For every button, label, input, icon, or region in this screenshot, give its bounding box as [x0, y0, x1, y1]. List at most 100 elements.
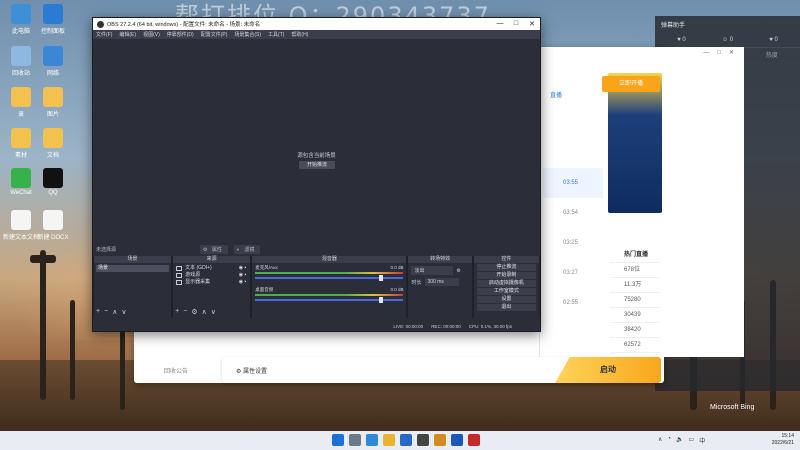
down-icon[interactable]: ∨	[121, 308, 126, 316]
duration-input[interactable]: 300 ms	[424, 278, 459, 286]
ime-label[interactable]: 中	[699, 436, 705, 445]
start-icon[interactable]	[332, 434, 344, 446]
preview-start-button[interactable]: 开始推流	[299, 161, 335, 169]
desktop-icon[interactable]: 回收站	[3, 46, 39, 77]
volume-slider[interactable]	[255, 297, 404, 303]
taskbar-apps	[332, 434, 480, 446]
app-icon[interactable]	[451, 434, 463, 446]
search-icon[interactable]	[349, 434, 361, 446]
obs-preview[interactable]: 源包含当前场景 开始推流	[93, 39, 540, 261]
remove-icon[interactable]: −	[104, 308, 108, 316]
gear-icon[interactable]: ⚙	[191, 308, 197, 316]
system-tray: ∧ ◔ 🔈 ▭ 中	[658, 436, 705, 445]
obs-menu-item[interactable]: 编辑(E)	[119, 31, 136, 38]
store-icon[interactable]	[400, 434, 412, 446]
remove-icon[interactable]: −	[183, 308, 187, 316]
wifi-icon[interactable]: ◔	[667, 436, 671, 445]
maximize-icon[interactable]: □	[508, 20, 524, 28]
obs-titlebar[interactable]: OBS 27.2.4 (64 bit, windows) - 配置文件: 未命名…	[93, 18, 540, 30]
app-icon[interactable]	[468, 434, 480, 446]
obs-menu-item[interactable]: 帮助(H)	[291, 31, 308, 38]
hot-item[interactable]: 30439	[610, 308, 660, 323]
app-icon[interactable]	[434, 434, 446, 446]
control-button[interactable]: 工作室模式	[476, 288, 537, 295]
desktop-icon-label: 图片	[46, 112, 59, 118]
hot-item[interactable]: 38420	[610, 323, 660, 338]
tab-live[interactable]: 直播	[550, 90, 562, 99]
down-icon[interactable]: ∨	[211, 308, 216, 316]
hot-item[interactable]: 75280	[610, 293, 660, 308]
desktop-icon[interactable]: 网络	[35, 46, 71, 77]
desktop-icon[interactable]: 新建 DOCX	[35, 210, 71, 241]
time-item[interactable]: 02:55	[543, 288, 603, 318]
battery-icon[interactable]: ▭	[689, 436, 695, 445]
up-icon[interactable]: ∧	[202, 308, 207, 316]
desktop-icon[interactable]: WeChat	[3, 168, 39, 196]
visibility-lock-icons[interactable]: ◉ ▪	[239, 272, 247, 279]
time-item[interactable]: 03:54	[543, 198, 603, 228]
obs-docks: 场景 场景 + − ∧ ∨ 来源 文本 (GDI+) ◉ ▪ 游戏源 ◉ ▪ 显示器采集…	[93, 256, 540, 318]
minimize-icon[interactable]: —	[492, 20, 508, 28]
add-icon[interactable]: +	[96, 308, 100, 316]
control-button[interactable]: 启动虚拟摄像机	[476, 280, 537, 287]
desktop-icon[interactable]: 素材	[3, 128, 39, 159]
desktop-icon[interactable]: 文档	[35, 128, 71, 159]
source-item-label: 显示器采集	[185, 279, 211, 285]
obs-menu-item[interactable]: 场景集合(S)	[234, 31, 261, 38]
volume-slider[interactable]	[255, 275, 404, 281]
start-live-button[interactable]: 立即开播	[602, 76, 660, 92]
visibility-lock-icons[interactable]: ◉ ▪	[239, 279, 247, 286]
scene-item[interactable]: 场景	[96, 265, 170, 272]
stat-gifts: ♥ 0	[769, 37, 778, 43]
filters-button[interactable]: ◐ 滤镜	[233, 244, 261, 254]
control-button[interactable]: 停止推流	[476, 264, 537, 271]
volume-icon[interactable]: 🔈	[676, 436, 683, 445]
start-button[interactable]: 启动	[555, 357, 661, 383]
inner-window-controls[interactable]: — □ ✕	[542, 47, 742, 59]
time-item[interactable]: 03:25	[543, 228, 603, 258]
control-button[interactable]: 退出	[476, 304, 537, 311]
desktop-icon[interactable]: QQ	[35, 168, 71, 196]
properties-button[interactable]: ⚙ 属性	[200, 244, 228, 254]
collect-notice[interactable]: 回收公告	[164, 366, 188, 375]
time-item[interactable]: 03:27	[543, 258, 603, 288]
chevron-up-icon[interactable]: ∧	[658, 436, 662, 445]
obs-menu-item[interactable]: 配置文件(P)	[201, 31, 228, 38]
desktop-icon[interactable]: 录	[3, 87, 39, 118]
folder-icon[interactable]	[383, 434, 395, 446]
transition-select[interactable]: 淡出	[411, 266, 454, 275]
mixer-dock-header: 混音器	[252, 256, 407, 263]
control-button[interactable]: 设置	[476, 296, 537, 303]
source-item[interactable]: 显示器采集 ◉ ▪	[173, 279, 250, 286]
obs-taskbar-icon[interactable]	[417, 434, 429, 446]
hot-item[interactable]: 11.3万	[610, 278, 660, 293]
mixer-track-name: 麦克风/Aux	[255, 265, 278, 270]
desktop-icon[interactable]: 新建文本文档	[3, 210, 39, 241]
maximize-icon[interactable]: □	[717, 47, 721, 59]
up-icon[interactable]: ∧	[112, 308, 117, 316]
add-icon[interactable]: +	[175, 308, 179, 316]
desktop-icon[interactable]: 图片	[35, 87, 71, 118]
obs-menu-item[interactable]: 视图(V)	[143, 31, 160, 38]
close-icon[interactable]: ✕	[524, 20, 540, 28]
control-button[interactable]: 开始录制	[476, 272, 537, 279]
properties-button[interactable]: ⚙ 属性设置	[236, 366, 267, 375]
obs-menu-item[interactable]: 停靠部件(D)	[167, 31, 194, 38]
gear-icon[interactable]: ⚙	[456, 268, 460, 274]
desktop-icon[interactable]: 此电脑	[3, 4, 39, 35]
promo-banner[interactable]	[608, 73, 662, 213]
edge-icon[interactable]	[366, 434, 378, 446]
visibility-lock-icons[interactable]: ◉ ▪	[239, 265, 247, 272]
desktop-icon[interactable]: 控制面板	[35, 4, 71, 35]
time-item[interactable]: 03:55	[543, 168, 603, 198]
close-icon[interactable]: ✕	[729, 47, 734, 59]
hot-item[interactable]: 678位	[610, 263, 660, 278]
obs-menu-item[interactable]: 文件(F)	[96, 31, 112, 38]
source-item[interactable]: 游戏源 ◉ ▪	[173, 272, 250, 279]
obs-menu-item[interactable]: 工具(T)	[268, 31, 284, 38]
transitions-dock-header: 转场特效	[408, 256, 472, 263]
source-item[interactable]: 文本 (GDI+) ◉ ▪	[173, 265, 250, 272]
minimize-icon[interactable]: —	[703, 47, 709, 59]
taskbar-clock[interactable]: 15:14 2022/6/21	[772, 433, 794, 447]
hot-item[interactable]: 62572	[610, 338, 660, 353]
